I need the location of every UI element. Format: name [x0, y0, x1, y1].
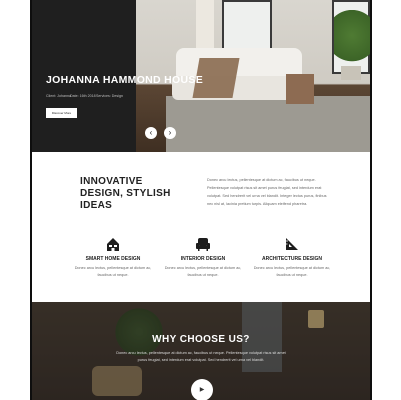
photo-plant	[334, 10, 370, 74]
slider-next-button[interactable]: ›	[164, 127, 176, 139]
website-viewport: JOHANNA HAMMOND HOUSE Client: Johanna Da…	[32, 0, 370, 400]
chevron-left-icon: ‹	[149, 128, 153, 137]
service-title: INTERIOR DESIGN	[180, 256, 226, 262]
service-interior: INTERIOR DESIGN Donec arcu lectus, pelle…	[161, 236, 245, 279]
service-text: Donec arcu lectus, pellentesque at dictu…	[164, 266, 242, 277]
why-title: WHY CHOOSE US?	[152, 334, 250, 345]
hero-meta-date: Date: 16th 2018	[70, 94, 96, 98]
service-smart-home: SMART HOME DESIGN Donec arcu lectus, pel…	[71, 236, 155, 279]
play-video-button[interactable]: ▶	[191, 379, 213, 400]
ruler-triangle-icon	[286, 238, 298, 250]
service-architecture: ARCHITECTURE DESIGN Donec arcu lectus, p…	[250, 236, 334, 279]
slider-prev-button[interactable]: ‹	[145, 127, 157, 139]
why-choose-us-section: WHY CHOOSE US? Donec arcu lectus, pellen…	[32, 302, 370, 400]
photo-plant-pot	[341, 66, 361, 80]
why-text: Donec arcu lectus, pellentesque at dictu…	[116, 351, 286, 362]
photo-rug	[166, 96, 370, 152]
features-heading-line: DESIGN, STYLISH	[80, 188, 171, 199]
service-title: SMART HOME DESIGN	[85, 256, 141, 262]
service-text: Donec arcu lectus, pellentesque at dictu…	[253, 266, 331, 277]
hero-meta-services: Services: Design	[96, 94, 123, 98]
page-frame: JOHANNA HAMMOND HOUSE Client: Johanna Da…	[0, 0, 401, 400]
photo-throw-blanket	[286, 74, 314, 104]
service-text: Donec arcu lectus, pellentesque at dictu…	[74, 266, 152, 277]
features-heading-line: IDEAS	[80, 200, 113, 211]
features-heading: INNOVATIVE DESIGN, STYLISH IDEAS	[80, 176, 190, 212]
house-icon	[107, 238, 119, 251]
chevron-right-icon: ›	[168, 128, 172, 137]
hero-meta-client: Client: Johanna	[46, 94, 71, 98]
armchair-icon	[196, 238, 210, 251]
hero-section: JOHANNA HAMMOND HOUSE Client: Johanna Da…	[32, 0, 370, 152]
play-icon: ▶	[199, 387, 205, 393]
hero-title: JOHANNA HAMMOND HOUSE	[46, 74, 203, 86]
features-heading-line: INNOVATIVE	[80, 176, 143, 187]
features-intro-text: Donec arcu lectus, pellentesque at dictu…	[207, 178, 327, 206]
discover-more-button[interactable]: Discover More	[46, 108, 77, 118]
photo-window	[222, 0, 272, 50]
features-section: INNOVATIVE DESIGN, STYLISH IDEAS Donec a…	[32, 152, 370, 302]
service-title: ARCHITECTURE DESIGN	[261, 256, 322, 262]
